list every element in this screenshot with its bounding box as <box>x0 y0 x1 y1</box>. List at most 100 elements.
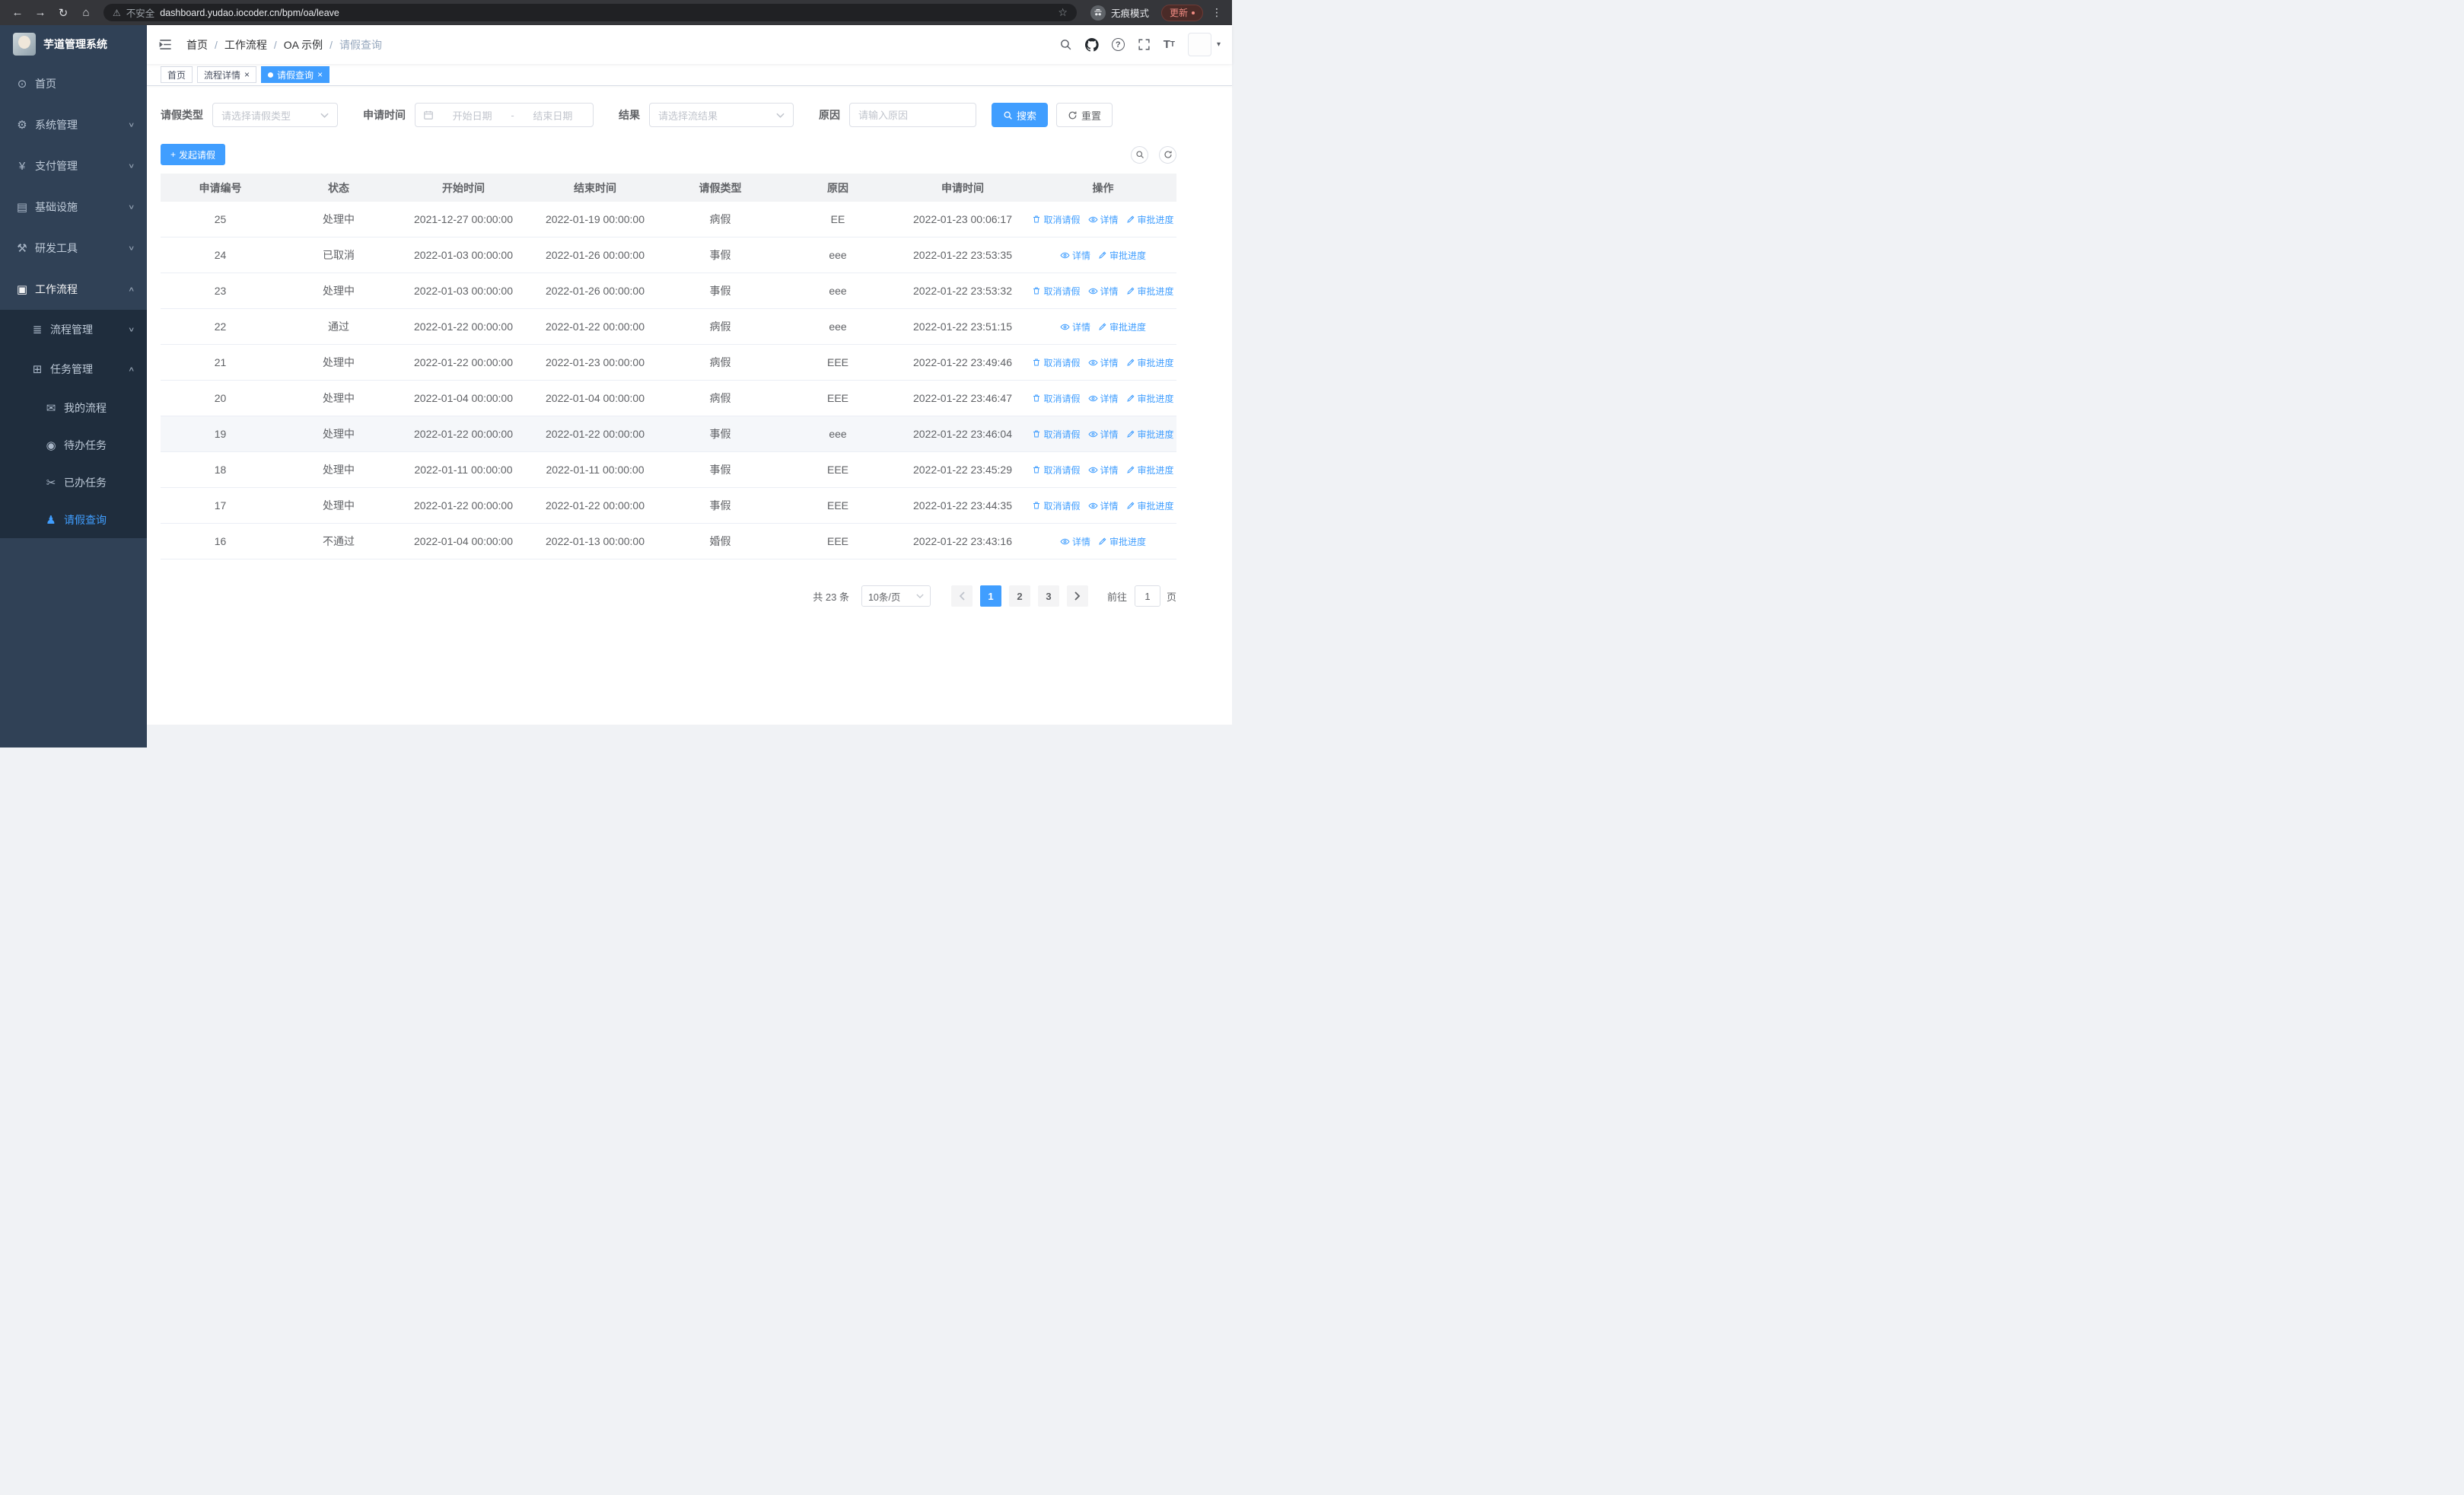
start-date-placeholder[interactable]: 开始日期 <box>440 108 505 123</box>
sidebar-item-workflow[interactable]: ▣ 工作流程 ∧ <box>0 269 147 310</box>
chevron-down-icon: ∨ <box>127 121 135 129</box>
leave-type-select[interactable]: 请选择请假类型 <box>212 103 338 127</box>
tab-leave-query[interactable]: 请假查询 × <box>261 66 330 83</box>
approval-progress-link[interactable]: 审批进度 <box>1126 499 1174 512</box>
help-icon[interactable]: ? <box>1111 38 1125 51</box>
detail-link[interactable]: 详情 <box>1087 356 1119 369</box>
sidebar-item-done-tasks[interactable]: ✂ 已办任务 <box>0 464 147 501</box>
reload-icon[interactable]: ↻ <box>53 3 73 23</box>
cancel-leave-link[interactable]: 取消请假 <box>1032 285 1081 298</box>
sidebar-item-task-mgmt[interactable]: ⊞ 任务管理 ∧ <box>0 349 147 389</box>
cell-end: 2022-01-22 00:00:00 <box>546 499 645 512</box>
approval-progress-link[interactable]: 审批进度 <box>1126 356 1174 369</box>
detail-link[interactable]: 详情 <box>1087 499 1119 512</box>
approval-progress-link[interactable]: 审批进度 <box>1126 464 1174 477</box>
user-menu[interactable]: ▾ <box>1187 33 1221 56</box>
goto-page-input[interactable] <box>1134 585 1160 607</box>
detail-link[interactable]: 详情 <box>1087 428 1119 441</box>
toggle-search-button[interactable] <box>1131 145 1148 164</box>
home-icon[interactable]: ⌂ <box>76 3 96 23</box>
cancel-leave-link[interactable]: 取消请假 <box>1032 213 1081 226</box>
cell-type: 事假 <box>709 249 731 261</box>
search-button[interactable]: 搜索 <box>992 103 1049 127</box>
page-button-2[interactable]: 2 <box>1008 585 1030 607</box>
detail-link[interactable]: 详情 <box>1087 213 1119 226</box>
breadcrumb-item[interactable]: 工作流程 <box>224 37 267 53</box>
sidebar-item-label: 流程管理 <box>50 324 93 336</box>
sidebar-item-dev-tools[interactable]: ⚒ 研发工具 ∨ <box>0 228 147 269</box>
detail-link[interactable]: 详情 <box>1060 535 1090 548</box>
cell-reason: EEE <box>826 535 848 547</box>
font-size-icon[interactable]: TT <box>1164 38 1175 51</box>
approval-progress-link[interactable]: 审批进度 <box>1098 249 1146 262</box>
create-leave-label: 发起请假 <box>179 149 216 161</box>
back-icon[interactable]: ← <box>8 3 27 23</box>
url-text[interactable]: dashboard.yudao.iocoder.cn/bpm/oa/leave <box>160 8 1052 18</box>
approval-progress-link[interactable]: 审批进度 <box>1098 535 1146 548</box>
scissors-icon: ✂ <box>46 476 56 489</box>
avatar[interactable] <box>1187 33 1211 56</box>
breadcrumb-item[interactable]: 首页 <box>186 37 208 53</box>
cell-id: 23 <box>214 285 227 297</box>
breadcrumb-separator: / <box>329 38 333 51</box>
reason-input[interactable] <box>850 104 976 126</box>
page-size-select[interactable]: 10条/页 <box>861 585 931 607</box>
fullscreen-icon[interactable] <box>1138 38 1151 51</box>
cancel-leave-link[interactable]: 取消请假 <box>1032 499 1081 512</box>
pagination: 共 23 条 10条/页 1 2 3 前往 1 页 <box>161 585 1176 607</box>
breadcrumb-item[interactable]: OA 示例 <box>284 37 323 53</box>
approval-progress-link[interactable]: 审批进度 <box>1126 213 1174 226</box>
approval-progress-link[interactable]: 审批进度 <box>1126 392 1174 405</box>
cell-reason: EEE <box>826 464 848 476</box>
page-button-3[interactable]: 3 <box>1037 585 1059 607</box>
eye-icon <box>1087 502 1098 508</box>
detail-link[interactable]: 详情 <box>1087 464 1119 477</box>
sidebar-item-system-mgmt[interactable]: ⚙ 系统管理 ∨ <box>0 104 147 145</box>
leave-table: 申请编号 状态 开始时间 结束时间 请假类型 原因 申请时间 操作 25 处理中 2… <box>161 174 1176 559</box>
result-select[interactable]: 请选择流结果 <box>649 103 794 127</box>
sidebar-item-process-mgmt[interactable]: ≣ 流程管理 ∨ <box>0 310 147 349</box>
cancel-leave-link[interactable]: 取消请假 <box>1032 428 1081 441</box>
approval-progress-link[interactable]: 审批进度 <box>1126 285 1174 298</box>
table-row: 21 处理中 2022-01-22 00:00:00 2022-01-23 00:00… <box>161 345 1176 381</box>
sidebar-item-todo-tasks[interactable]: ◉ 待办任务 <box>0 426 147 464</box>
sidebar-toggle-icon[interactable] <box>158 37 175 52</box>
detail-link[interactable]: 详情 <box>1087 392 1119 405</box>
detail-link[interactable]: 详情 <box>1087 285 1119 298</box>
sidebar: 芋道管理系统 ⊙ 首页 ⚙ 系统管理 ∨ ¥ 支付管理 ∨ ▤ 基础设施 ∨ ⚒… <box>0 25 147 748</box>
security-warning-label[interactable]: 不安全 <box>126 5 155 20</box>
bookmark-star-icon[interactable]: ☆ <box>1058 6 1068 19</box>
cancel-leave-link[interactable]: 取消请假 <box>1032 392 1081 405</box>
update-label: 更新 <box>1169 8 1188 18</box>
page-button-1[interactable]: 1 <box>979 585 1001 607</box>
forward-icon[interactable]: → <box>30 3 50 23</box>
sidebar-item-my-process[interactable]: ✉ 我的流程 <box>0 389 147 426</box>
approval-progress-link[interactable]: 审批进度 <box>1126 428 1174 441</box>
detail-link[interactable]: 详情 <box>1060 249 1090 262</box>
search-icon[interactable] <box>1059 38 1072 51</box>
sidebar-item-payment-mgmt[interactable]: ¥ 支付管理 ∨ <box>0 145 147 186</box>
url-bar[interactable]: ⚠ 不安全 dashboard.yudao.iocoder.cn/bpm/oa/… <box>103 4 1077 21</box>
eye-icon <box>1087 395 1098 401</box>
reset-button[interactable]: 重置 <box>1056 103 1113 127</box>
refresh-table-button[interactable] <box>1159 145 1176 164</box>
prev-page-button[interactable] <box>950 585 973 607</box>
sidebar-item-infrastructure[interactable]: ▤ 基础设施 ∨ <box>0 186 147 228</box>
end-date-placeholder[interactable]: 结束日期 <box>520 108 585 123</box>
cancel-leave-link[interactable]: 取消请假 <box>1032 356 1081 369</box>
create-leave-button[interactable]: + 发起请假 <box>161 144 226 165</box>
cancel-leave-link[interactable]: 取消请假 <box>1032 464 1081 477</box>
detail-link[interactable]: 详情 <box>1060 320 1090 333</box>
github-icon[interactable] <box>1084 37 1099 52</box>
next-page-button[interactable] <box>1066 585 1088 607</box>
approval-progress-link[interactable]: 审批进度 <box>1098 320 1146 333</box>
close-icon[interactable]: × <box>244 70 250 79</box>
tab-home[interactable]: 首页 <box>161 66 193 83</box>
sidebar-item-home[interactable]: ⊙ 首页 <box>0 63 147 104</box>
close-icon[interactable]: × <box>317 70 323 79</box>
apply-time-range-picker[interactable]: 开始日期 - 结束日期 <box>415 103 594 127</box>
browser-menu-icon[interactable]: ⋮ <box>1209 6 1224 19</box>
sidebar-item-leave-query[interactable]: ♟ 请假查询 <box>0 501 147 538</box>
update-button[interactable]: 更新 <box>1160 4 1203 21</box>
tab-process-detail[interactable]: 流程详情 × <box>197 66 257 83</box>
